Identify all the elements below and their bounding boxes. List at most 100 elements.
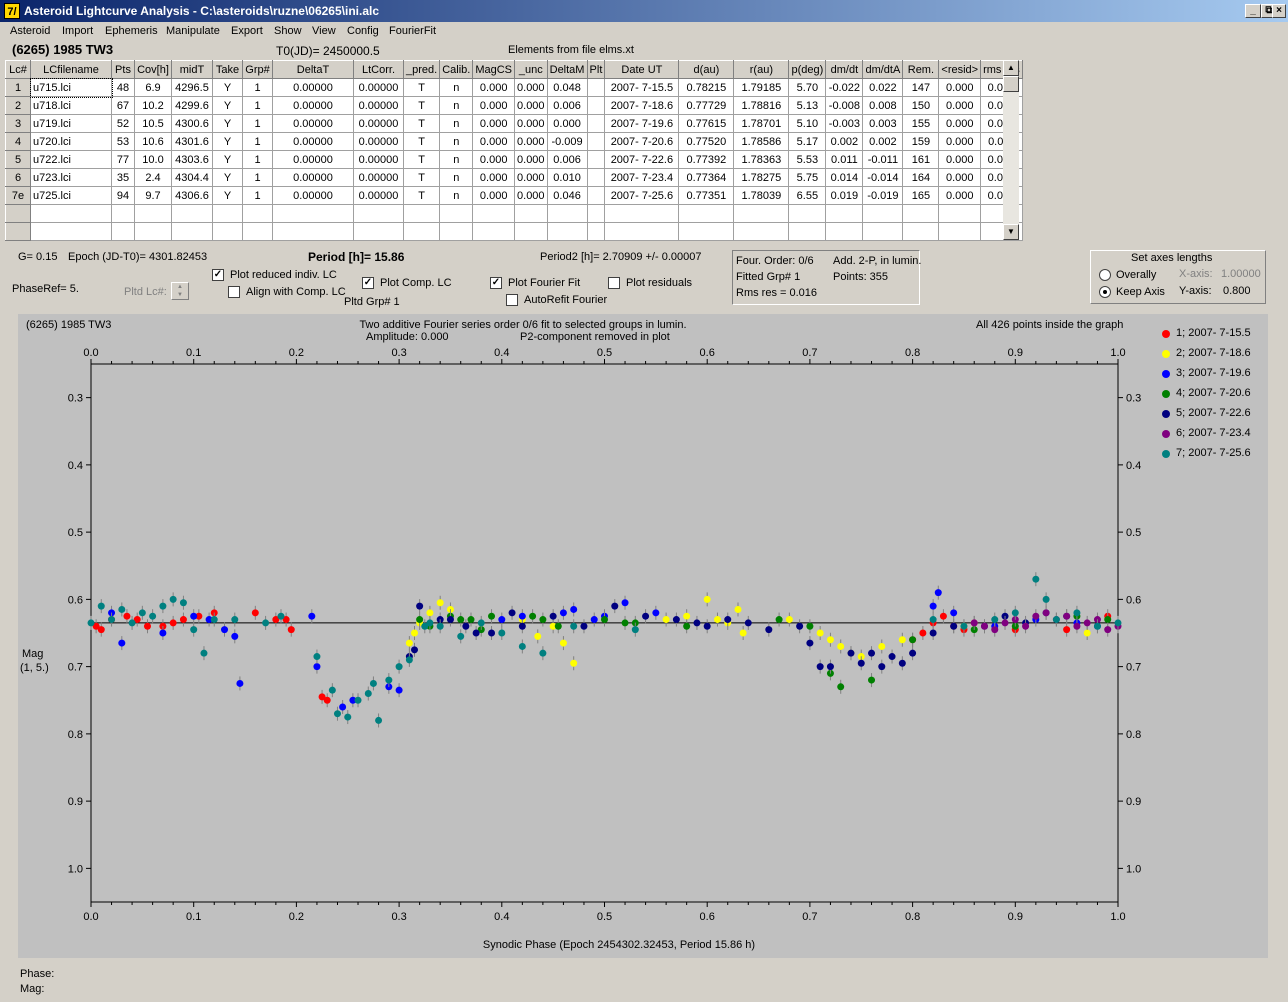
- table-cell[interactable]: 0.048: [546, 78, 588, 97]
- scroll-up-icon[interactable]: ▲: [1003, 60, 1019, 76]
- table-cell[interactable]: 0.011: [825, 150, 864, 169]
- table-cell[interactable]: 0.019: [825, 186, 864, 205]
- xaxis-value[interactable]: 1.00000: [1221, 268, 1261, 280]
- table-cell[interactable]: T: [402, 132, 441, 151]
- minimize-button[interactable]: _: [1245, 4, 1261, 18]
- table-cell[interactable]: 67: [111, 96, 135, 115]
- table-cell[interactable]: 0.77364: [678, 168, 735, 187]
- table-cell[interactable]: 150: [902, 96, 940, 115]
- column-header[interactable]: _pred.: [402, 60, 441, 79]
- table-cell[interactable]: 2007- 7-18.6: [604, 96, 680, 115]
- table-cell[interactable]: T: [402, 78, 441, 97]
- plot-comp-checkbox[interactable]: ✓: [362, 277, 374, 289]
- empty-cell[interactable]: [242, 222, 273, 241]
- table-cell[interactable]: n: [439, 186, 474, 205]
- table-cell[interactable]: 52: [111, 114, 135, 133]
- column-header[interactable]: Plt: [586, 60, 606, 79]
- table-cell[interactable]: 0.00000: [272, 132, 354, 151]
- empty-cell[interactable]: [938, 222, 982, 241]
- table-cell[interactable]: 0.00000: [272, 150, 354, 169]
- empty-cell[interactable]: [678, 204, 735, 223]
- row-number[interactable]: 1: [5, 78, 31, 97]
- table-cell[interactable]: -0.009: [546, 132, 588, 151]
- table-cell[interactable]: 0.003: [862, 114, 904, 133]
- table-cell[interactable]: 2007- 7-23.4: [604, 168, 680, 187]
- empty-cell[interactable]: [862, 222, 904, 241]
- row-number[interactable]: 2: [5, 96, 31, 115]
- table-cell[interactable]: 0.000: [514, 78, 548, 97]
- table-cell[interactable]: 53: [111, 132, 135, 151]
- empty-cell[interactable]: [242, 204, 273, 223]
- table-cell[interactable]: 0.000: [514, 186, 548, 205]
- table-cell[interactable]: 0.00000: [353, 78, 404, 97]
- table-cell[interactable]: T: [402, 168, 441, 187]
- autorefit-checkbox[interactable]: [506, 294, 518, 306]
- table-cell[interactable]: 0.000: [938, 114, 982, 133]
- pltd-lc-spinner[interactable]: ▲ ▼: [171, 282, 189, 300]
- table-cell[interactable]: 0.00000: [353, 132, 404, 151]
- table-cell[interactable]: 0.77392: [678, 150, 735, 169]
- empty-cell[interactable]: [472, 222, 516, 241]
- column-header[interactable]: LtCorr.: [353, 60, 404, 79]
- table-cell[interactable]: 0.000: [938, 168, 982, 187]
- table-cell[interactable]: 1: [242, 96, 273, 115]
- table-cell[interactable]: 0.00000: [353, 96, 404, 115]
- table-row[interactable]: 7e u725.lci 94 9.7 4306.6 Y 1 0.00000 0.00000 Tn 0…: [5, 186, 1023, 205]
- empty-cell[interactable]: [788, 222, 827, 241]
- table-cell[interactable]: 9.7: [134, 186, 172, 205]
- yaxis-value[interactable]: 0.800: [1223, 285, 1251, 297]
- column-header[interactable]: LCfilename: [30, 60, 112, 79]
- table-cell[interactable]: 0.006: [546, 150, 588, 169]
- empty-cell[interactable]: [586, 222, 606, 241]
- table-cell[interactable]: Y: [212, 186, 243, 205]
- table-cell[interactable]: n: [439, 150, 474, 169]
- column-header[interactable]: Grp#: [242, 60, 273, 79]
- table-cell[interactable]: 159: [902, 132, 940, 151]
- table-cell[interactable]: 0.006: [546, 96, 588, 115]
- table-cell[interactable]: Y: [212, 114, 243, 133]
- overally-radio[interactable]: [1099, 269, 1111, 281]
- table-row[interactable]: 4 u720.lci 53 10.6 4301.6 Y 1 0.00000 0.00000 Tn 0…: [5, 132, 1023, 151]
- table-cell[interactable]: 0.000: [938, 132, 982, 151]
- empty-cell[interactable]: [30, 204, 112, 223]
- column-header[interactable]: Rem.: [902, 60, 940, 79]
- table-cell[interactable]: T: [402, 96, 441, 115]
- table-cell[interactable]: 2007- 7-15.5: [604, 78, 680, 97]
- table-cell[interactable]: 161: [902, 150, 940, 169]
- table-cell[interactable]: [586, 186, 606, 205]
- scroll-thumb[interactable]: [1003, 76, 1019, 92]
- empty-cell[interactable]: [111, 204, 135, 223]
- column-header[interactable]: _unc: [514, 60, 548, 79]
- empty-cell[interactable]: [402, 222, 441, 241]
- table-scrollbar[interactable]: ▲ ▼: [1003, 60, 1019, 240]
- table-cell[interactable]: u719.lci: [30, 114, 112, 133]
- empty-cell[interactable]: [272, 204, 354, 223]
- table-cell[interactable]: 1: [242, 150, 273, 169]
- table-cell[interactable]: 1.78701: [733, 114, 790, 133]
- column-header[interactable]: Lc#: [5, 60, 31, 79]
- table-cell[interactable]: 2.4: [134, 168, 172, 187]
- table-cell[interactable]: 0.000: [472, 78, 516, 97]
- empty-cell[interactable]: [902, 204, 940, 223]
- table-cell[interactable]: 0.000: [546, 114, 588, 133]
- table-cell[interactable]: [586, 168, 606, 187]
- empty-cell[interactable]: [604, 222, 680, 241]
- empty-cell[interactable]: [171, 204, 213, 223]
- column-header[interactable]: DeltaT: [272, 60, 354, 79]
- empty-cell[interactable]: [5, 222, 31, 241]
- table-cell[interactable]: 5.75: [788, 168, 827, 187]
- empty-cell[interactable]: [938, 204, 982, 223]
- empty-cell[interactable]: [439, 222, 474, 241]
- table-cell[interactable]: 0.00000: [353, 150, 404, 169]
- menu-show[interactable]: Show: [274, 25, 302, 37]
- table-cell[interactable]: T: [402, 150, 441, 169]
- table-cell[interactable]: 0.00000: [353, 168, 404, 187]
- table-cell[interactable]: 0.00000: [353, 186, 404, 205]
- table-cell[interactable]: n: [439, 78, 474, 97]
- empty-cell[interactable]: [353, 222, 404, 241]
- table-cell[interactable]: 10.2: [134, 96, 172, 115]
- table-cell[interactable]: [586, 114, 606, 133]
- empty-cell[interactable]: [439, 204, 474, 223]
- table-row[interactable]: 6 u723.lci 35 2.4 4304.4 Y 1 0.00000 0.00000 Tn 0.…: [5, 168, 1023, 187]
- empty-cell[interactable]: [514, 222, 548, 241]
